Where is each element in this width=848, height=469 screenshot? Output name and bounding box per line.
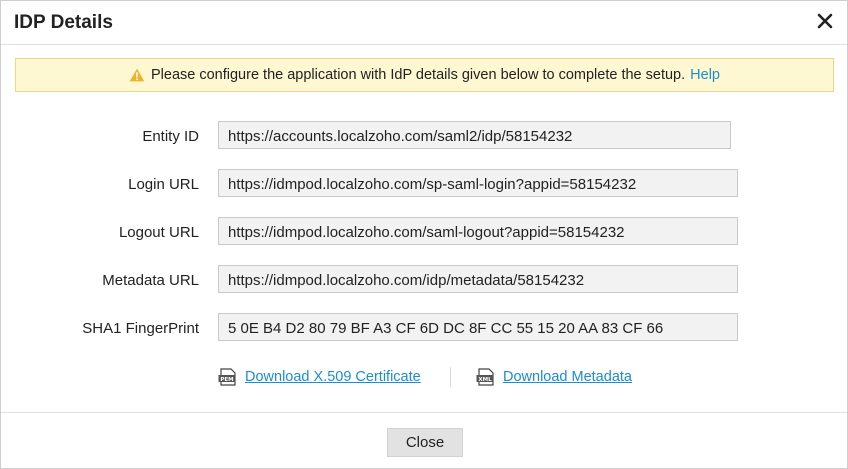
close-button[interactable]: Close xyxy=(387,428,463,457)
download-certificate: PEM Download X.509 Certificate xyxy=(218,368,421,386)
metadata-url-label: Metadata URL xyxy=(102,272,199,289)
field-row-entity-id: Entity ID https://accounts.localzoho.com… xyxy=(1,121,847,151)
help-link[interactable]: Help xyxy=(690,67,720,83)
svg-text:XML: XML xyxy=(478,377,492,383)
close-icon[interactable] xyxy=(815,11,835,31)
sha1-fingerprint-label: SHA1 FingerPrint xyxy=(82,320,199,337)
xml-file-icon: XML xyxy=(476,368,496,386)
field-row-sha1-fingerprint: SHA1 FingerPrint 5 0E B4 D2 80 79 BF A3 … xyxy=(1,313,847,343)
pem-file-icon: PEM xyxy=(218,368,238,386)
field-row-metadata-url: Metadata URL https://idmpod.localzoho.co… xyxy=(1,265,847,295)
dialog-header: IDP Details xyxy=(1,1,847,45)
login-url-value[interactable]: https://idmpod.localzoho.com/sp-saml-log… xyxy=(218,169,738,197)
dialog-footer: Close xyxy=(1,412,847,469)
entity-id-label: Entity ID xyxy=(142,128,199,145)
dialog-title: IDP Details xyxy=(14,12,113,33)
login-url-label: Login URL xyxy=(128,176,199,193)
download-certificate-link[interactable]: Download X.509 Certificate xyxy=(245,369,421,385)
svg-text:PEM: PEM xyxy=(220,377,233,383)
setup-info-banner: Please configure the application with Id… xyxy=(15,58,834,92)
field-row-logout-url: Logout URL https://idmpod.localzoho.com/… xyxy=(1,217,847,247)
sha1-fingerprint-value[interactable]: 5 0E B4 D2 80 79 BF A3 CF 6D DC 8F CC 55… xyxy=(218,313,738,341)
banner-message: Please configure the application with Id… xyxy=(151,67,686,83)
download-metadata-link[interactable]: Download Metadata xyxy=(503,369,632,385)
download-divider xyxy=(450,367,451,387)
logout-url-label: Logout URL xyxy=(118,224,199,241)
warning-icon xyxy=(129,68,145,82)
download-metadata: XML Download Metadata xyxy=(476,368,632,386)
idp-details-dialog: IDP Details Please configure the applica… xyxy=(0,0,848,469)
field-row-login-url: Login URL https://idmpod.localzoho.com/s… xyxy=(1,169,847,199)
metadata-url-value[interactable]: https://idmpod.localzoho.com/idp/metadat… xyxy=(218,265,738,293)
entity-id-value[interactable]: https://accounts.localzoho.com/saml2/idp… xyxy=(218,121,731,149)
logout-url-value[interactable]: https://idmpod.localzoho.com/saml-logout… xyxy=(218,217,738,245)
